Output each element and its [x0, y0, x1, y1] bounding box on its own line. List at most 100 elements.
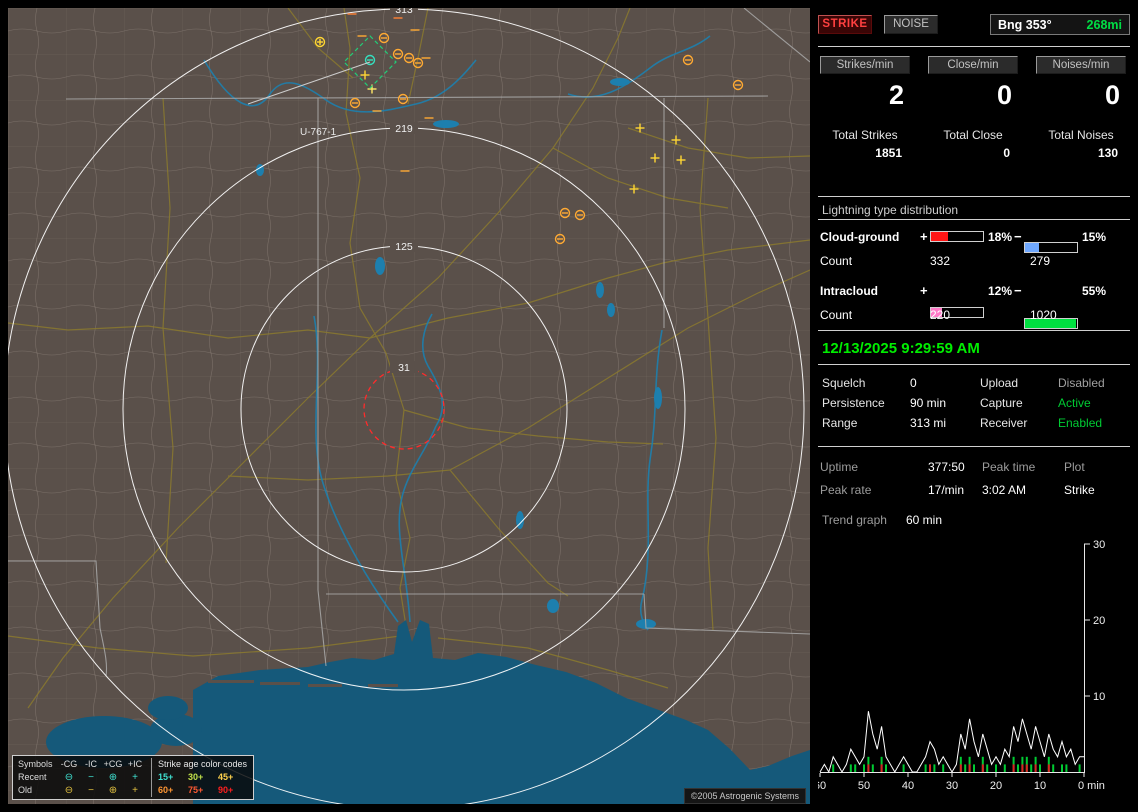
trend-window-value: 60 min [906, 513, 943, 527]
legend-old-label: Old [18, 785, 33, 795]
map-area[interactable]: 313 219 125 31 U-767-1 Symbols -CG -IC +CG … [8, 8, 810, 804]
plot-label: Plot [1064, 460, 1085, 474]
distribution-title: Lightning type distribution [822, 203, 959, 217]
range-label: Range [822, 416, 858, 430]
minus-sign: − [1014, 229, 1022, 244]
total-noises-value: 130 [1097, 146, 1118, 160]
trend-intracloud-bar [1061, 764, 1063, 772]
close-per-min-button[interactable]: Close/min [928, 56, 1018, 74]
noise-toggle-button[interactable]: NOISE [884, 15, 938, 34]
circle-plus-icon: ⊕ [108, 785, 118, 796]
cg-count-label: Count [820, 254, 853, 268]
legend-col-pos-cg: +CG [103, 759, 123, 769]
legend-recent-label: Recent [18, 772, 47, 782]
age-75: 75+ [188, 785, 204, 795]
persistence-label: Persistence [822, 396, 885, 410]
total-close-label: Total Close [943, 128, 1003, 142]
uptime-label: Uptime [820, 460, 859, 474]
age-30: 30+ [188, 772, 204, 782]
cg-minus-bar [1024, 242, 1078, 253]
trend-x-tick-label: 50 [858, 780, 870, 792]
trend-intracloud-bar [1003, 764, 1006, 772]
divider [818, 364, 1130, 365]
age-90: 90+ [218, 785, 234, 795]
strike-toggle-button[interactable]: STRIKE [818, 15, 872, 34]
copyright-text: ©2005 Astrogenic Systems [683, 788, 806, 804]
trend-intracloud-bar [902, 764, 905, 772]
trend-strike-line [819, 711, 1084, 774]
trend-intracloud-bar [964, 764, 967, 772]
divider [818, 196, 1130, 197]
ring-distance-label: 31 [398, 362, 410, 374]
plus-sign: + [920, 283, 928, 298]
legend-age-title: Strike age color codes [158, 759, 248, 769]
upload-label: Upload [980, 376, 1019, 390]
noises-per-min-value: 0 [1104, 80, 1120, 110]
trend-x-tick-label: 0 min [1078, 780, 1105, 792]
trend-intracloud-bar [986, 764, 989, 772]
capture-status: Active [1058, 396, 1091, 410]
map-legend: Symbols -CG -IC +CG +IC Recent ⊖ − ⊕ + O… [12, 755, 254, 800]
cg-minus-count: 279 [1030, 254, 1051, 268]
ring-distance-label: 219 [395, 123, 413, 135]
minus-icon: − [88, 772, 94, 783]
noises-per-min-button[interactable]: Noises/min [1036, 56, 1126, 74]
plus-sign: + [920, 229, 928, 244]
receiver-label: Receiver [980, 416, 1028, 430]
upload-status: Disabled [1058, 376, 1105, 390]
trend-intracloud-bar [995, 764, 997, 772]
ring-distance-label: 313 [395, 8, 413, 16]
age-60: 60+ [158, 785, 174, 795]
map-canvas[interactable]: 313 219 125 31 U-767-1 [8, 8, 810, 804]
bearing-value: Bng 353° [998, 17, 1052, 32]
trend-intracloud-bar [1052, 764, 1055, 772]
cloud-ground-label: Cloud-ground [820, 230, 900, 244]
trend-cloud-ground-bar [1047, 764, 1050, 772]
trend-cloud-ground-bar [968, 764, 971, 772]
trend-y-tick-label: 30 [1093, 539, 1105, 551]
trend-intracloud-bar [854, 764, 857, 772]
strikes-per-min-column: Strikes/min 2 Total Strikes 1851 [820, 56, 910, 160]
total-strikes-value: 1851 [875, 146, 902, 160]
circle-plus-icon: ⊕ [108, 772, 118, 783]
trend-cloud-ground-bar [981, 764, 984, 772]
trend-y-tick-label: 20 [1093, 615, 1105, 627]
total-close-value: 0 [1003, 146, 1010, 160]
trend-cloud-ground-bar [929, 764, 931, 772]
cg-minus-pct: 15% [1082, 230, 1107, 244]
noises-per-min-column: Noises/min 0 Total Noises 130 [1036, 56, 1126, 160]
trend-intracloud-bar [832, 764, 835, 772]
divider [818, 446, 1130, 447]
trend-intracloud-bar [863, 764, 865, 772]
trend-cloud-ground-bar [867, 764, 870, 772]
trend-intracloud-bar [933, 764, 936, 772]
plot-value: Strike [1064, 483, 1095, 497]
trend-intracloud-bar [1017, 764, 1019, 772]
trend-cloud-ground-bar [1034, 764, 1037, 772]
close-per-min-value: 0 [996, 80, 1012, 110]
trend-x-tick-label: 60 [818, 780, 826, 792]
trend-cloud-ground-bar [880, 764, 883, 772]
trend-intracloud-bar [1030, 764, 1033, 772]
trend-x-tick-label: 20 [990, 780, 1002, 792]
peak-rate-label: Peak rate [820, 483, 872, 497]
trend-intracloud-bar [849, 764, 852, 772]
trend-cloud-ground-bar [1021, 764, 1024, 772]
trend-x-tick-label: 30 [946, 780, 958, 792]
intracloud-label: Intracloud [820, 284, 879, 298]
legend-symbols-header: Symbols [18, 759, 53, 769]
plus-icon: + [132, 772, 138, 783]
uptime-value: 377:50 [928, 460, 965, 474]
total-strikes-label: Total Strikes [832, 128, 898, 142]
strikes-per-min-button[interactable]: Strikes/min [820, 56, 910, 74]
peak-rate-value: 17/min [928, 483, 965, 497]
age-45: 45+ [218, 772, 234, 782]
cg-plus-count: 332 [930, 254, 951, 268]
divider [818, 46, 1130, 47]
trend-intracloud-bar [973, 764, 975, 772]
peak-time-label: Peak time [982, 460, 1036, 474]
trend-x-tick-label: 10 [1034, 780, 1046, 792]
persistence-value: 90 min [910, 396, 947, 410]
circle-minus-icon: ⊖ [64, 772, 74, 783]
nexstorm-window: 313 219 125 31 U-767-1 Symbols -CG -IC +CG … [0, 0, 1138, 812]
